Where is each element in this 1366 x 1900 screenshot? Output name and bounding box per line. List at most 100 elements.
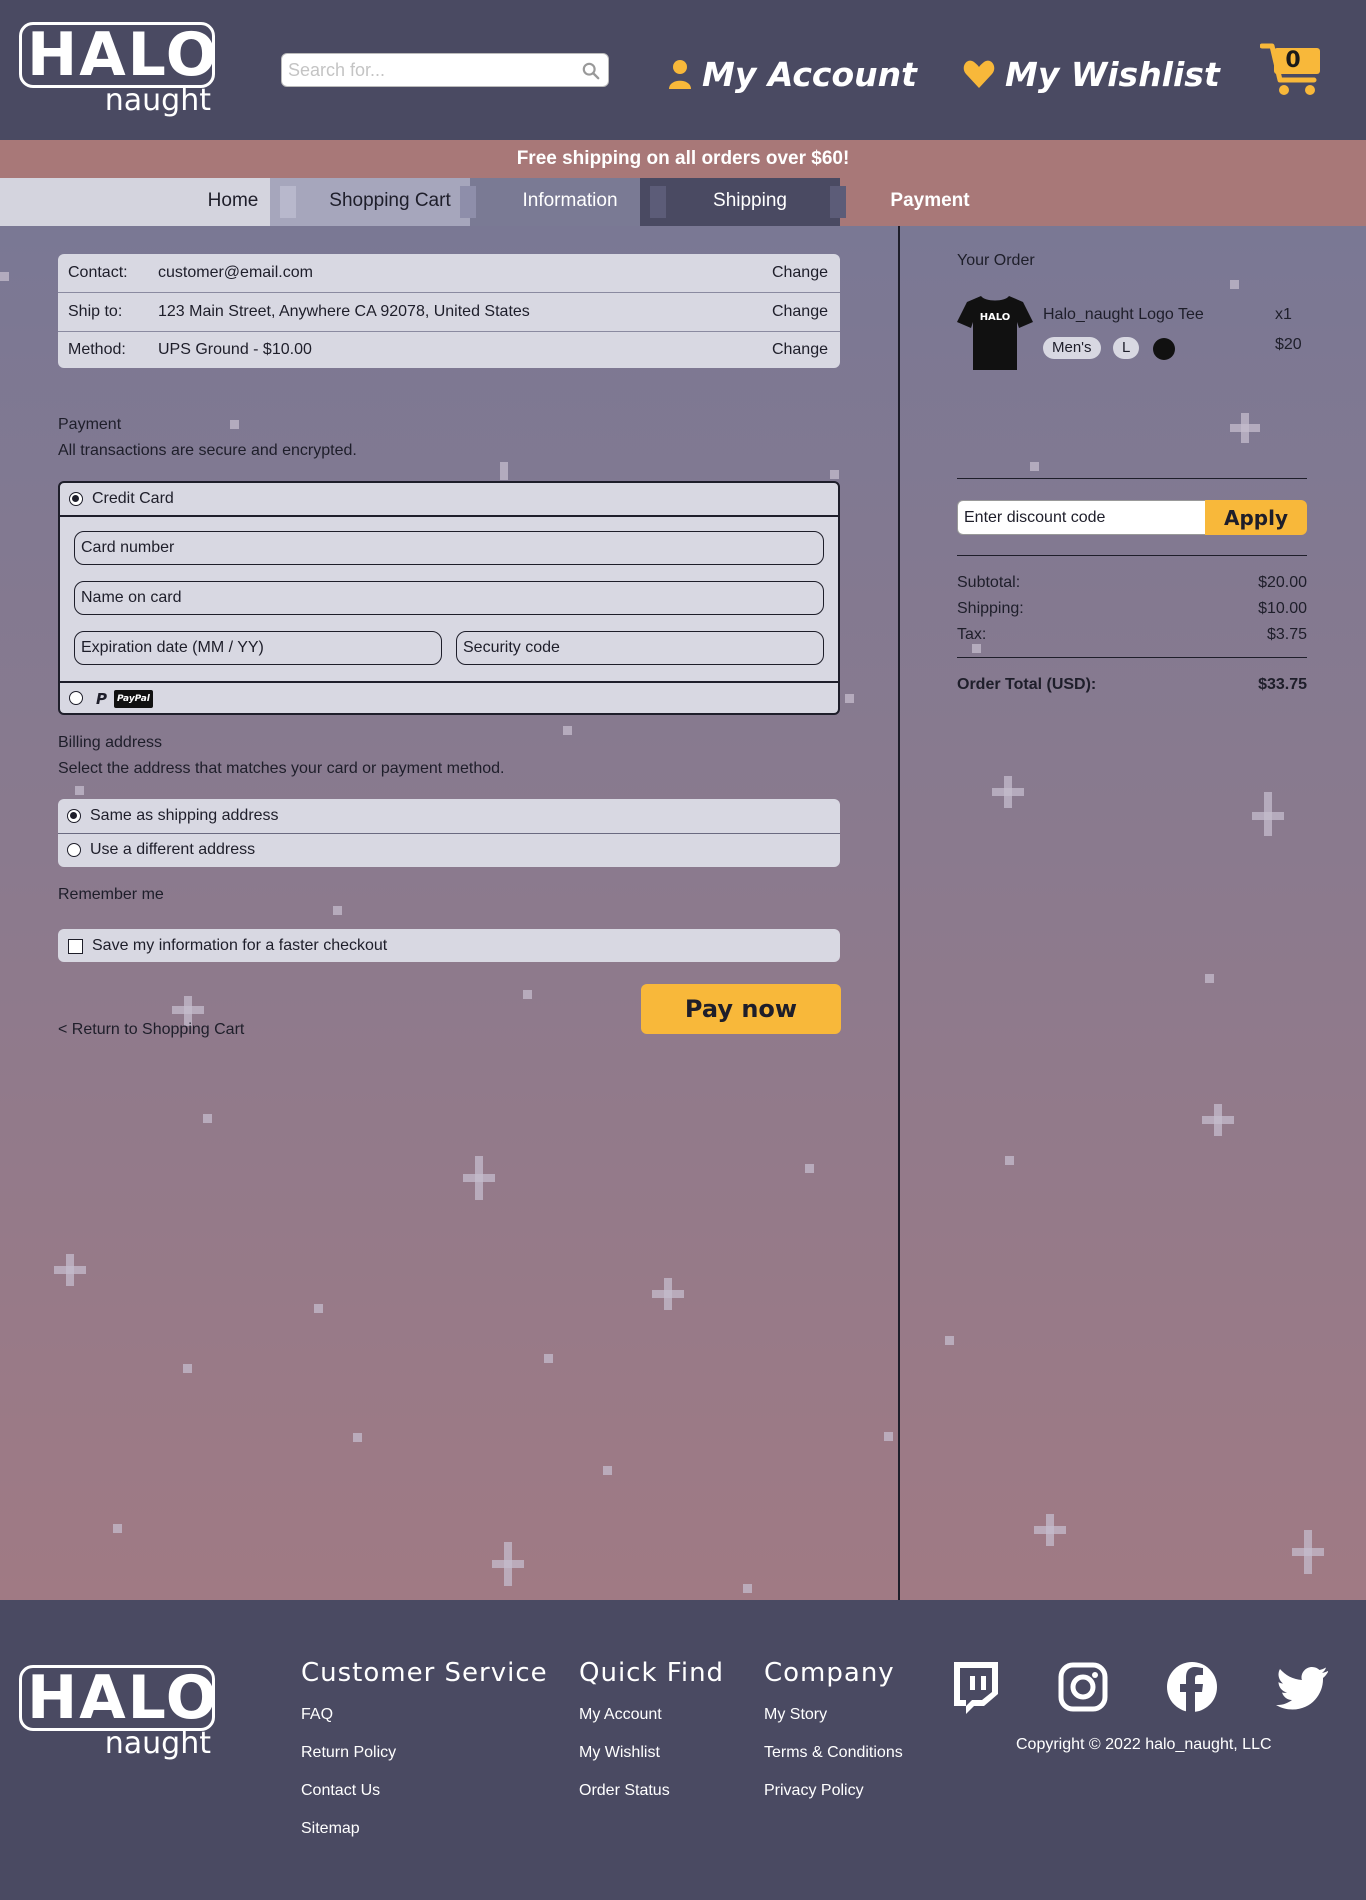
same-address-label: Same as shipping address [90,807,279,824]
credit-card-radio[interactable] [69,492,83,506]
checkout-main: Contact: customer@email.com Change Ship … [0,226,1366,1600]
method-value: UPS Ground - $10.00 [158,341,312,358]
breadcrumb-payment: Payment [890,190,970,211]
footer-logo-subtext: naught [104,1726,211,1761]
different-address-radio[interactable] [67,843,81,857]
footer-company: Company My Story Terms & Conditions Priv… [764,1658,903,1818]
breadcrumb-shipping[interactable]: Shipping [690,178,810,226]
user-icon [669,60,691,89]
footer-link-return-policy[interactable]: Return Policy [301,1742,548,1780]
breadcrumb-information[interactable]: Information [505,178,635,226]
item-price: $20 [1275,336,1302,353]
shopping-cart-button[interactable]: 0 [1259,42,1324,98]
tax-row: Tax: $3.75 [957,626,1307,648]
name-on-card-input[interactable] [81,586,792,610]
cart-count: 0 [1285,48,1301,73]
my-wishlist-link[interactable]: My Wishlist [963,52,1220,96]
different-address-option[interactable]: Use a different address [58,833,840,867]
same-address-radio[interactable] [67,809,81,823]
tax-label: Tax: [957,626,987,643]
twitter-icon[interactable] [1276,1660,1330,1714]
item-color-swatch [1153,338,1175,360]
footer-quick-find: Quick Find My Account My Wishlist Order … [579,1658,724,1818]
payment-subtitle: All transactions are secure and encrypte… [58,442,357,459]
pay-now-button[interactable]: Pay now [641,984,841,1034]
remember-title: Remember me [58,886,164,903]
instagram-icon[interactable] [1056,1660,1110,1714]
paypal-logo: P PayPal [96,688,154,710]
security-code-input[interactable] [463,636,811,660]
tshirt-logo-text: HALO [980,312,1011,323]
footer-logo[interactable]: HALO naught [19,1663,219,1761]
different-address-label: Use a different address [90,841,256,858]
apply-discount-button[interactable]: Apply [1205,500,1307,535]
ship-to-value: 123 Main Street, Anywhere CA 92078, Unit… [158,303,530,320]
contact-value: customer@email.com [158,264,313,281]
change-contact-link[interactable]: Change [772,254,828,292]
return-to-cart-link[interactable]: < Return to Shopping Cart [58,1021,244,1039]
summary-contact-row: Contact: customer@email.com Change [58,254,840,292]
facebook-icon[interactable] [1165,1660,1219,1714]
credit-card-label: Credit Card [92,490,174,507]
credit-card-option[interactable]: Credit Card [60,483,838,517]
breadcrumb-home[interactable]: Home [180,178,286,226]
expiration-field [74,631,442,665]
breadcrumb-shopping-cart[interactable]: Shopping Cart [320,178,460,226]
checkout-summary: Contact: customer@email.com Change Ship … [58,254,840,368]
save-info-checkbox[interactable] [68,939,83,954]
expiration-input[interactable] [81,636,429,660]
tshirt-image: HALO [957,296,1033,370]
footer-link-terms[interactable]: Terms & Conditions [764,1742,903,1780]
subtotal-value: $20.00 [1258,574,1307,591]
shipping-value: $10.00 [1258,600,1307,617]
item-name: Halo_naught Logo Tee [1043,306,1204,323]
order-total-value: $33.75 [1258,676,1307,693]
company-heading: Company [764,1658,895,1688]
paypal-option[interactable]: P PayPal [60,681,838,713]
change-method-link[interactable]: Change [772,331,828,369]
payment-methods: Credit Card P PayPal [58,481,840,715]
logo-subtext: naught [104,83,211,118]
card-number-field [74,531,824,565]
shipping-row: Shipping: $10.00 [957,600,1307,622]
footer-link-faq[interactable]: FAQ [301,1704,548,1742]
halo-naught-logo[interactable]: HALO naught [19,20,217,118]
item-tag-gender: Men's [1043,337,1101,359]
footer-logo-text: HALO [27,1663,219,1733]
contact-label: Contact: [68,264,128,281]
footer-link-contact-us[interactable]: Contact Us [301,1780,548,1818]
subtotal-row: Subtotal: $20.00 [957,574,1307,596]
paypal-radio[interactable] [69,691,83,705]
search-input[interactable] [288,58,568,82]
subtotal-label: Subtotal: [957,574,1021,591]
footer-link-order-status[interactable]: Order Status [579,1780,724,1818]
footer-link-my-wishlist[interactable]: My Wishlist [579,1742,724,1780]
quick-find-heading: Quick Find [579,1658,725,1688]
order-total-label: Order Total (USD): [957,676,1097,693]
ship-to-label: Ship to: [68,303,123,320]
my-account-link[interactable]: My Account [668,52,917,96]
save-info-label: Save my information for a faster checkou… [92,937,388,954]
footer-link-my-account[interactable]: My Account [579,1704,724,1742]
name-on-card-field [74,581,824,615]
method-label: Method: [68,341,126,358]
customer-service-heading: Customer Service [301,1658,548,1688]
search-box [281,53,609,87]
footer-link-privacy[interactable]: Privacy Policy [764,1780,903,1818]
save-info-option[interactable]: Save my information for a faster checkou… [58,929,840,962]
card-number-input[interactable] [81,536,792,560]
tax-value: $3.75 [1266,626,1307,643]
search-icon[interactable] [582,62,600,80]
heart-icon [963,60,995,88]
twitch-icon[interactable] [948,1660,1002,1714]
footer-link-my-story[interactable]: My Story [764,1704,903,1742]
discount-input[interactable] [964,506,1194,530]
change-ship-to-link[interactable]: Change [772,293,828,331]
paypal-badge: PayPal [114,690,153,708]
billing-options: Same as shipping address Use a different… [58,799,840,867]
security-code-field [456,631,824,665]
payment-title: Payment [58,416,122,433]
column-divider [898,226,900,1600]
footer-link-sitemap[interactable]: Sitemap [301,1818,548,1856]
same-address-option[interactable]: Same as shipping address [58,799,840,833]
